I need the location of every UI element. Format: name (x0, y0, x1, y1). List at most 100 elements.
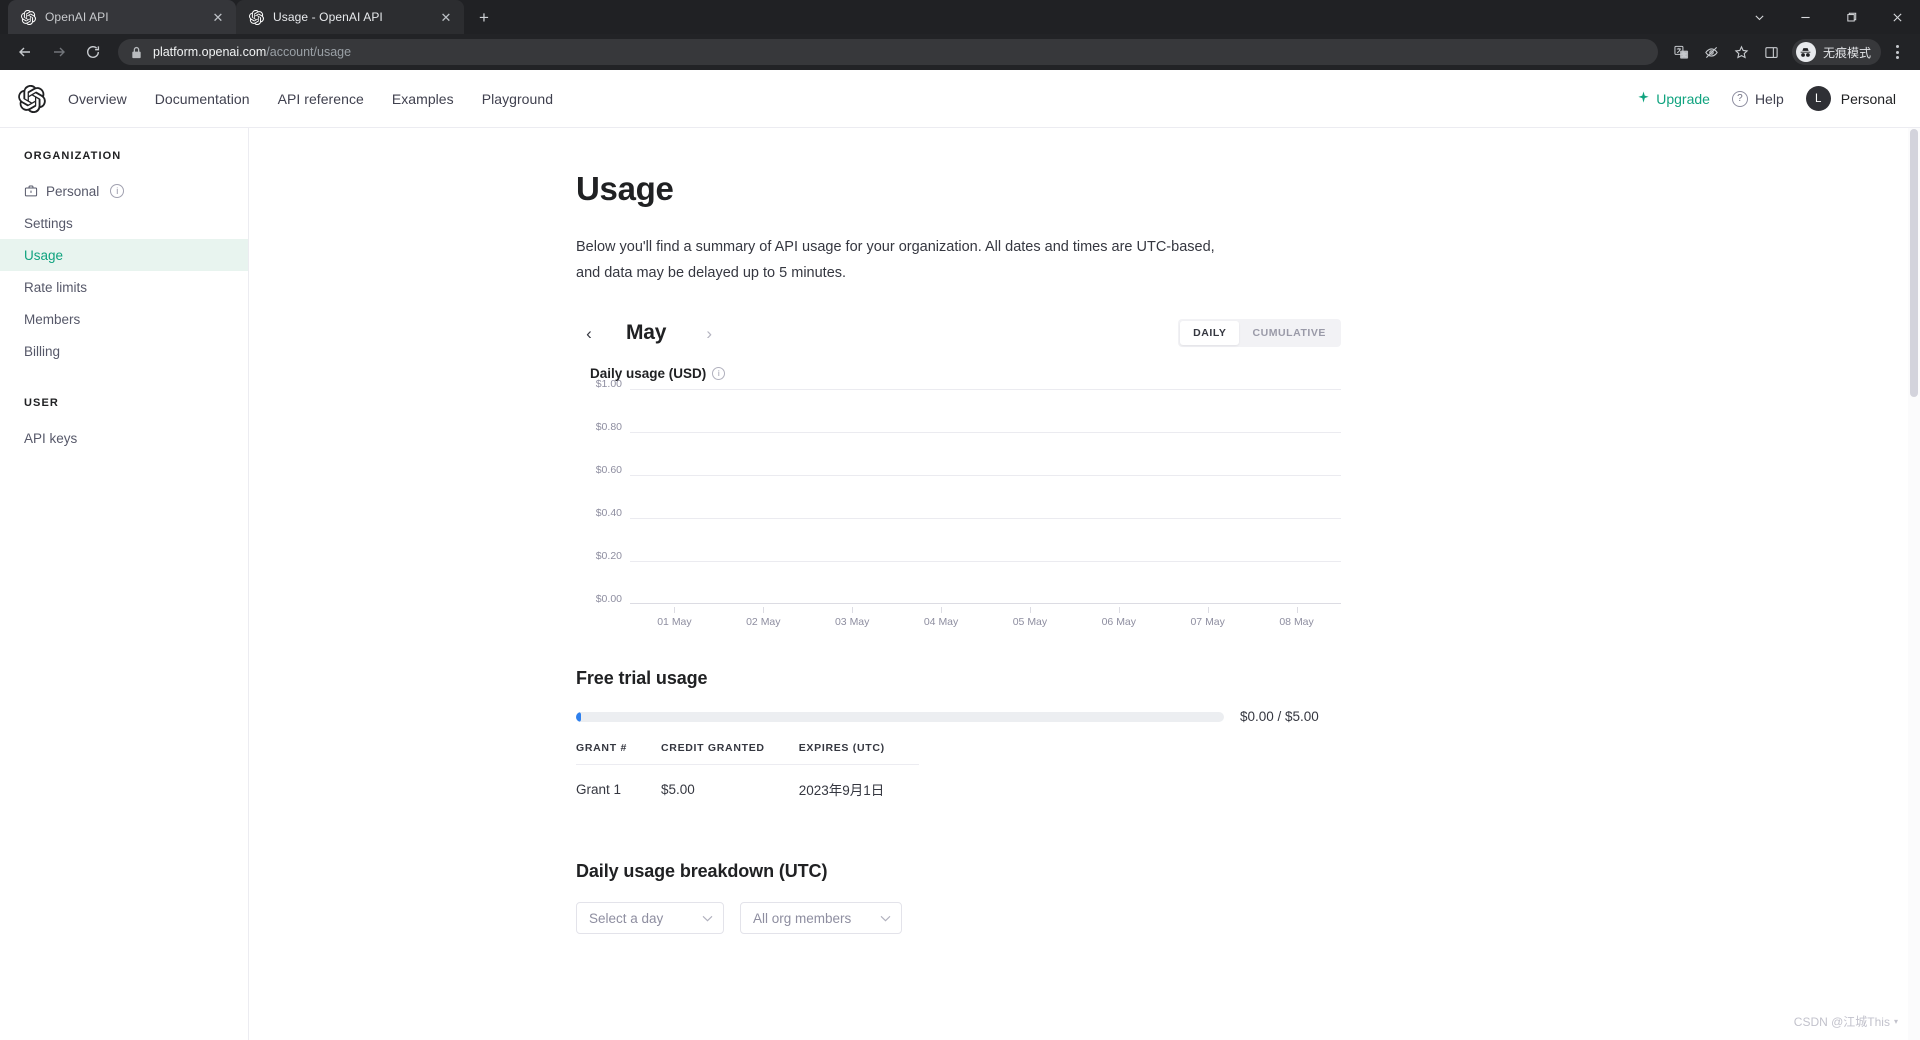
sidebar-item-settings[interactable]: Settings (0, 207, 248, 239)
column-header-grant: GRANT # (576, 742, 627, 754)
close-icon[interactable]: ✕ (438, 9, 454, 25)
account-label: Personal (1840, 90, 1896, 107)
tab-title: Usage - OpenAI API (273, 10, 383, 24)
watermark: CSDN @江城This ▾ (1794, 1013, 1898, 1030)
breakdown-heading: Daily usage breakdown (UTC) (576, 861, 828, 881)
top-navigation: Overview Documentation API reference Exa… (68, 91, 553, 107)
close-icon[interactable] (1874, 0, 1920, 34)
free-trial-value: $0.00 / $5.00 (1240, 709, 1319, 724)
chevron-down-icon: ▾ (1893, 1017, 1898, 1026)
help-label: Help (1754, 90, 1784, 107)
x-tick-label: 07 May (1163, 607, 1252, 628)
openai-logo[interactable] (18, 84, 46, 113)
incognito-indicator[interactable]: 无痕模式 (1791, 39, 1881, 65)
sidebar-item-rate-limits[interactable]: Rate limits (0, 271, 248, 303)
cell-grant: Grant 1 (576, 781, 622, 797)
sidebar-item-api-keys[interactable]: API keys (0, 422, 248, 454)
x-tick-label: 01 May (630, 607, 719, 628)
browser-tab-2[interactable]: Usage - OpenAI API ✕ (236, 0, 464, 34)
table-row: Grant 1 $5.00 2023年9月1日 (576, 765, 919, 800)
chevron-down-icon (880, 915, 891, 922)
side-panel-icon[interactable] (1758, 38, 1786, 66)
day-select[interactable]: Select a day (576, 902, 724, 934)
question-mark-icon: ? (1731, 90, 1748, 107)
chart-header: ‹ May › DAILY CUMULATIVE (576, 316, 1341, 350)
briefcase-icon (24, 184, 39, 199)
sidebar-item-label: Rate limits (24, 279, 88, 295)
tab-title: OpenAI API (45, 10, 109, 24)
account-menu[interactable]: L Personal (1805, 86, 1896, 111)
chevron-left-icon[interactable]: ‹ (576, 320, 602, 346)
browser-menu-icon[interactable] (1884, 38, 1910, 66)
sidebar-item-personal[interactable]: Personal i (0, 175, 248, 207)
browser-window: OpenAI API ✕ Usage - OpenAI API ✕ + plat… (0, 0, 1920, 1040)
column-header-expires: EXPIRES (UTC) (798, 742, 885, 754)
y-tick-label: $0.80 (595, 420, 622, 433)
sidebar-heading-user: USER (24, 397, 59, 409)
month-label: May (626, 321, 667, 344)
x-tick-label: 03 May (808, 607, 897, 628)
bookmark-star-icon[interactable] (1728, 38, 1756, 66)
incognito-label: 无痕模式 (1822, 45, 1871, 60)
table-header-row: GRANT # CREDIT GRANTED EXPIRES (UTC) (576, 742, 919, 765)
x-tick-label: 08 May (1252, 607, 1341, 628)
header-actions: Upgrade ? Help L Personal (1637, 86, 1896, 111)
new-tab-button[interactable]: + (470, 3, 498, 31)
avatar: L (1805, 86, 1831, 111)
back-arrow-icon[interactable] (10, 37, 40, 67)
window-controls (1736, 0, 1920, 34)
browser-toolbar: platform.openai.com/account/usage 文 无痕模式 (0, 34, 1920, 70)
usage-chart-card: ‹ May › DAILY CUMULATIVE Daily usage (US… (576, 316, 1341, 628)
nav-api-reference[interactable]: API reference (278, 91, 364, 107)
sidebar-item-members[interactable]: Members (0, 303, 248, 335)
nav-overview[interactable]: Overview (68, 91, 127, 107)
translate-icon[interactable]: 文 (1668, 38, 1696, 66)
page-title: Usage (576, 170, 674, 207)
forward-arrow-icon[interactable] (44, 37, 74, 67)
app-header: Overview Documentation API reference Exa… (0, 70, 1920, 128)
minimize-icon[interactable] (1782, 0, 1828, 34)
sidebar: ORGANIZATION Personal i Settings Usage R… (0, 128, 249, 1040)
openai-icon (248, 9, 264, 25)
eye-slash-icon[interactable] (1698, 38, 1726, 66)
page-viewport: Overview Documentation API reference Exa… (0, 70, 1920, 1040)
sidebar-item-label: Usage (24, 247, 64, 263)
tab-daily[interactable]: DAILY (1180, 321, 1240, 345)
nav-playground[interactable]: Playground (482, 91, 553, 107)
address-bar[interactable]: platform.openai.com/account/usage (118, 39, 1658, 65)
x-tick-label: 05 May (986, 607, 1075, 628)
sidebar-item-label: API keys (24, 430, 78, 446)
maximize-icon[interactable] (1828, 0, 1874, 34)
info-icon[interactable]: i (712, 367, 726, 380)
member-select[interactable]: All org members (740, 902, 902, 934)
nav-examples[interactable]: Examples (392, 91, 454, 107)
free-trial-progress-bar (576, 711, 1224, 722)
free-trial-heading: Free trial usage (576, 668, 708, 688)
column-header-credit: CREDIT GRANTED (661, 742, 765, 754)
sidebar-item-usage[interactable]: Usage (0, 239, 248, 271)
lock-icon (130, 46, 143, 59)
upgrade-button[interactable]: Upgrade (1637, 91, 1710, 107)
help-button[interactable]: ? Help (1731, 90, 1784, 107)
tab-cumulative[interactable]: CUMULATIVE (1239, 321, 1339, 345)
chevron-down-icon (702, 915, 713, 922)
main-content: Usage Below you'll find a summary of API… (249, 128, 1920, 1040)
page-scrollbar[interactable] (1908, 128, 1920, 1040)
x-axis-line (630, 603, 1341, 604)
scrollbar-thumb[interactable] (1910, 129, 1918, 397)
usage-mode-toggle: DAILY CUMULATIVE (1178, 319, 1341, 347)
usage-chart-plot: $1.00 $0.80 $0.60 $0.40 $0.20 $0.00 01 M… (576, 378, 1341, 628)
x-tick-label: 06 May (1074, 607, 1163, 628)
close-icon[interactable]: ✕ (210, 9, 226, 25)
x-axis-ticks: 01 May 02 May 03 May 04 May 05 May 06 Ma… (630, 607, 1341, 628)
lightning-bolt-icon (1637, 90, 1650, 107)
sidebar-item-billing[interactable]: Billing (0, 335, 248, 367)
y-tick-label: $0.00 (595, 592, 622, 605)
cell-credit: $5.00 (661, 781, 695, 797)
chevron-down-icon[interactable] (1736, 0, 1782, 34)
info-icon[interactable]: i (110, 184, 125, 198)
nav-documentation[interactable]: Documentation (155, 91, 250, 107)
browser-tab-1[interactable]: OpenAI API ✕ (8, 0, 236, 34)
reload-icon[interactable] (78, 37, 108, 67)
chevron-right-icon[interactable]: › (696, 320, 722, 346)
